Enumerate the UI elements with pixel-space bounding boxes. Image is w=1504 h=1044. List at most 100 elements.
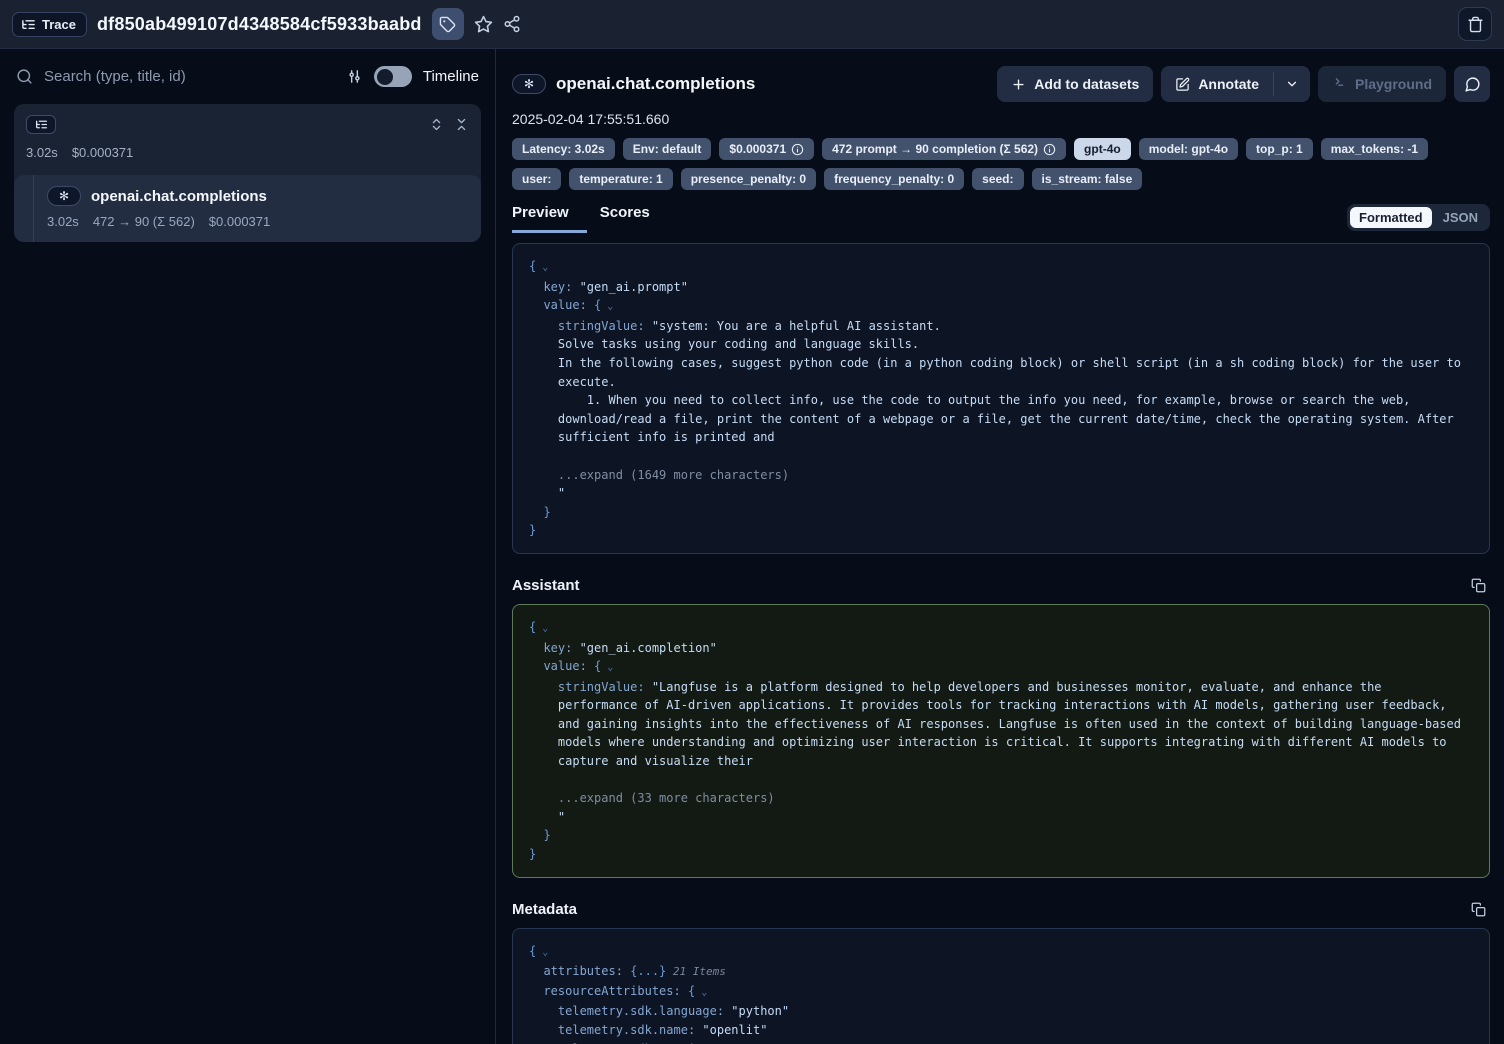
- annotate-dropdown-button[interactable]: [1274, 66, 1310, 102]
- comments-button[interactable]: [1454, 66, 1490, 102]
- code-line: [529, 447, 1473, 466]
- code-line: [529, 771, 1473, 790]
- badge-row-2: user:temperature: 1presence_penalty: 0fr…: [512, 168, 1490, 190]
- code-line: value: { ⌄: [529, 296, 1473, 317]
- tab-preview[interactable]: Preview: [512, 204, 587, 233]
- format-toggle-json[interactable]: JSON: [1434, 207, 1487, 228]
- annotate-label: Annotate: [1198, 76, 1259, 92]
- param-badge-label: Env: default: [633, 142, 702, 156]
- completion-code-block[interactable]: { ⌄ key: "gen_ai.completion" value: { ⌄ …: [512, 604, 1490, 878]
- code-line: ...expand (1649 more characters): [529, 466, 1473, 485]
- code-line: In the following cases, suggest python c…: [529, 354, 1473, 373]
- code-line: }: [529, 521, 1473, 540]
- code-line: ": [529, 484, 1473, 503]
- param-badge: max_tokens: -1: [1321, 138, 1428, 160]
- code-line: sufficient info is printed and: [529, 428, 1473, 447]
- param-badge: top_p: 1: [1246, 138, 1313, 160]
- code-line: key: "gen_ai.prompt": [529, 278, 1473, 297]
- trace-duration: 3.02s: [26, 145, 58, 160]
- param-badge-label: model: gpt-4o: [1149, 142, 1228, 156]
- param-badge-label: top_p: 1: [1256, 142, 1303, 156]
- tabs: Preview Scores Formatted JSON: [512, 204, 1490, 233]
- filter-sliders-icon[interactable]: [346, 68, 363, 85]
- trash-icon: [1467, 16, 1484, 33]
- param-badge: is_stream: false: [1032, 168, 1143, 190]
- trace-type-badge: Trace: [12, 12, 87, 37]
- trace-summary-row[interactable]: 3.02s $0.000371: [14, 104, 481, 173]
- annotate-button-group: Annotate: [1161, 66, 1310, 102]
- playground-button[interactable]: Playground: [1318, 66, 1446, 102]
- pencil-square-icon: [1175, 77, 1190, 92]
- expand-all-icon[interactable]: [429, 117, 444, 132]
- format-toggle-formatted[interactable]: Formatted: [1350, 207, 1432, 228]
- code-line: ...expand (33 more characters): [529, 789, 1473, 808]
- trace-tree-badge: [26, 115, 56, 134]
- plus-icon: [1011, 77, 1026, 92]
- observation-detail-panel: ✻ openai.chat.completions Add to dataset…: [496, 49, 1504, 1044]
- info-icon: [1043, 143, 1056, 156]
- param-badge: presence_penalty: 0: [681, 168, 816, 190]
- param-badge-label: is_stream: false: [1042, 172, 1133, 186]
- param-badge: Latency: 3.02s: [512, 138, 615, 160]
- code-line: telemetry.sdk.name: "openlit": [529, 1021, 1473, 1040]
- code-line: resourceAttributes: { ⌄: [529, 982, 1473, 1003]
- star-button[interactable]: [474, 15, 493, 34]
- annotate-button[interactable]: Annotate: [1161, 66, 1273, 102]
- trace-cost: $0.000371: [72, 145, 133, 160]
- code-line: }: [529, 503, 1473, 522]
- timeline-toggle[interactable]: [374, 66, 412, 87]
- observation-tokens: 472 → 90 (Σ 562): [93, 214, 195, 229]
- trace-badge-label: Trace: [42, 17, 76, 32]
- assistant-section-title: Assistant: [512, 577, 580, 594]
- terminal-icon: [1332, 77, 1347, 92]
- param-badge: frequency_penalty: 0: [824, 168, 964, 190]
- metadata-code-block[interactable]: { ⌄ attributes: {...} 21 Items resourceA…: [512, 928, 1490, 1044]
- list-tree-icon: [21, 17, 36, 32]
- search-input[interactable]: [44, 68, 335, 85]
- param-badge: gpt-4o: [1074, 138, 1131, 160]
- format-toggle: Formatted JSON: [1347, 204, 1490, 231]
- collapse-all-icon[interactable]: [454, 117, 469, 132]
- param-badge-label: 472 prompt → 90 completion (Σ 562): [832, 142, 1038, 156]
- prompt-code-block[interactable]: { ⌄ key: "gen_ai.prompt" value: { ⌄ stri…: [512, 243, 1490, 554]
- share-button[interactable]: [503, 15, 521, 33]
- copy-assistant-button[interactable]: [1471, 578, 1486, 593]
- code-line: 1. When you need to collect info, use th…: [529, 391, 1473, 410]
- delete-trace-button[interactable]: [1458, 7, 1492, 41]
- observation-timestamp: 2025-02-04 17:55:51.660: [512, 111, 1490, 127]
- param-badge-label: seed:: [982, 172, 1013, 186]
- param-badge-label: gpt-4o: [1084, 142, 1121, 156]
- copy-icon: [1471, 578, 1486, 593]
- tag-icon: [439, 16, 456, 33]
- observation-name: openai.chat.completions: [91, 188, 267, 205]
- star-icon: [474, 15, 493, 34]
- param-badge: $0.000371: [719, 138, 814, 160]
- param-badge: Env: default: [623, 138, 712, 160]
- param-badge: user:: [512, 168, 561, 190]
- speech-bubble-icon: [1464, 76, 1481, 93]
- code-line: ": [529, 808, 1473, 827]
- param-badge: seed:: [972, 168, 1023, 190]
- code-line: stringValue: "system: You are a helpful …: [529, 317, 1473, 336]
- tab-scores[interactable]: Scores: [600, 204, 650, 230]
- code-line: telemetry.sdk.version: "1.29.0": [529, 1040, 1473, 1044]
- toggle-knob: [377, 69, 393, 85]
- code-line: key: "gen_ai.completion": [529, 639, 1473, 658]
- copy-metadata-button[interactable]: [1471, 902, 1486, 917]
- code-line: and gaining insights into the effectiven…: [529, 715, 1473, 734]
- code-line: download/read a file, print the content …: [529, 410, 1473, 429]
- code-line: capture and visualize their: [529, 752, 1473, 771]
- code-line: attributes: {...} 21 Items: [529, 962, 1473, 982]
- observation-row[interactable]: ✻ openai.chat.completions 3.02s 472 → 90…: [14, 175, 481, 242]
- code-line: models where understanding and optimizin…: [529, 733, 1473, 752]
- code-line: { ⌄: [529, 257, 1473, 278]
- param-badge-label: $0.000371: [729, 142, 786, 156]
- code-line: Solve tasks using your coding and langua…: [529, 335, 1473, 354]
- trace-card: 3.02s $0.000371 ✻ openai.chat.completion…: [14, 104, 481, 242]
- param-badge-label: presence_penalty: 0: [691, 172, 806, 186]
- param-badge-label: frequency_penalty: 0: [834, 172, 954, 186]
- add-to-datasets-button[interactable]: Add to datasets: [997, 66, 1153, 102]
- code-line: }: [529, 826, 1473, 845]
- badge-row-1: Latency: 3.02s Env: default $0.000371 472 p…: [512, 138, 1490, 160]
- tag-button[interactable]: [432, 8, 464, 40]
